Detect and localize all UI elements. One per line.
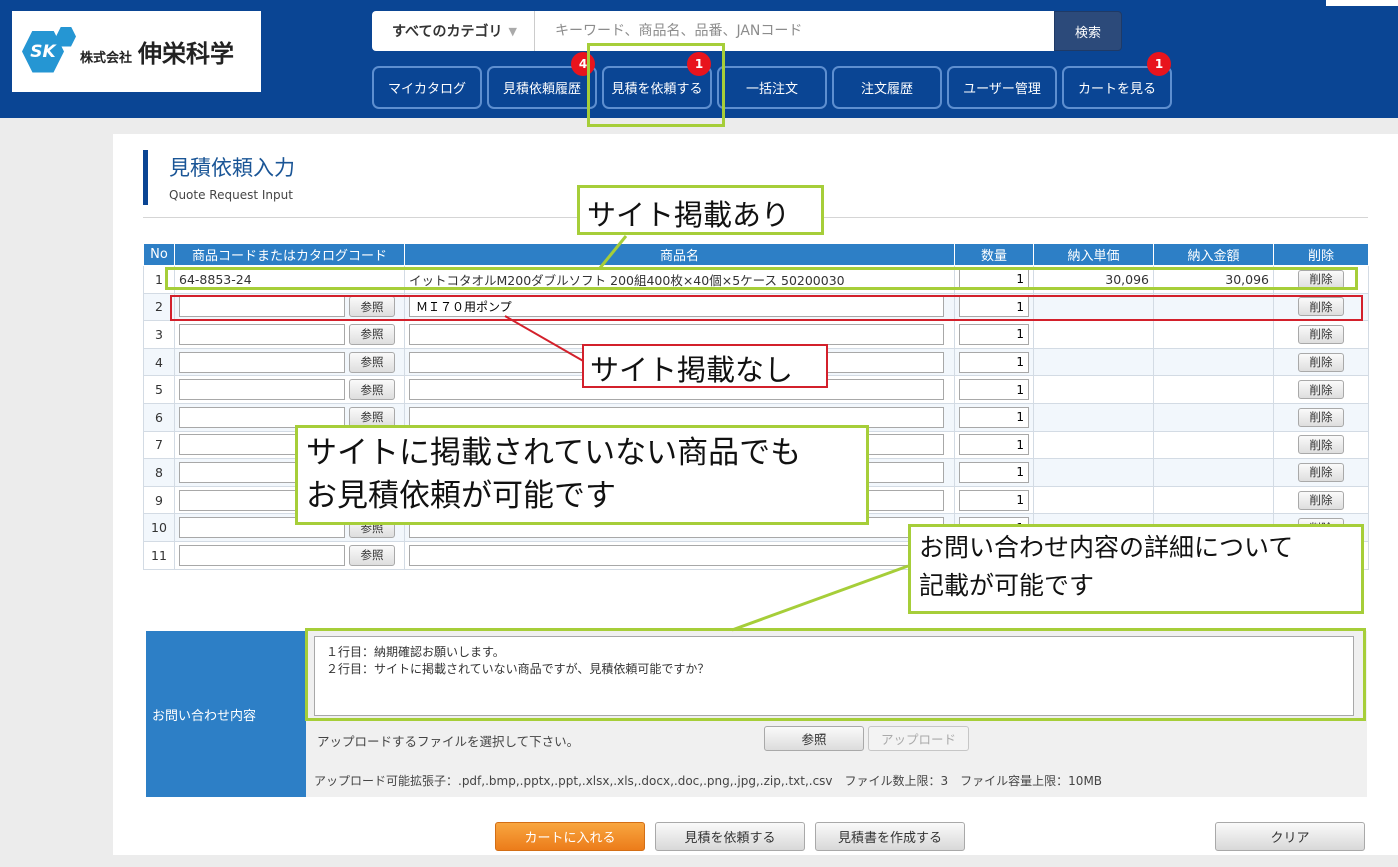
callout-possible: サイトに掲載されていない商品でも お見積依頼が可能です — [295, 425, 869, 525]
row-unit-price — [1033, 347, 1154, 377]
row-amount — [1153, 320, 1274, 349]
logo-small-text: 株式会社 — [80, 51, 133, 66]
delete-row-button[interactable]: 削除 — [1298, 435, 1344, 455]
clear-button[interactable]: クリア — [1215, 822, 1365, 851]
code-input[interactable] — [179, 323, 345, 345]
row-unit-price — [1033, 485, 1154, 515]
row-no: 11 — [143, 540, 175, 570]
col-unit-price: 納入単価 — [1033, 243, 1154, 266]
inquiry-label: お問い合わせ内容 — [146, 631, 306, 797]
qty-input[interactable] — [959, 351, 1029, 373]
row-no: 5 — [143, 375, 175, 404]
qty-input[interactable] — [959, 323, 1029, 345]
row-no: 6 — [143, 402, 175, 432]
col-no: No — [143, 243, 175, 266]
delete-row-button[interactable]: 削除 — [1298, 490, 1344, 510]
col-name: 商品名 — [404, 243, 955, 266]
row-no: 7 — [143, 430, 175, 460]
row-unit-price — [1033, 430, 1154, 460]
callout-unlisted: サイト掲載なし — [582, 344, 828, 388]
name-input[interactable] — [409, 544, 944, 566]
row-amount — [1153, 458, 1274, 487]
delete-row-button[interactable]: 削除 — [1298, 324, 1344, 344]
nav-order-history[interactable]: 注文履歴 — [832, 66, 942, 109]
highlight-row-2 — [170, 295, 1363, 321]
callout-detail: お問い合わせ内容の詳細について 記載が可能です — [908, 524, 1364, 614]
row-unit-price — [1033, 375, 1154, 404]
callout-listed: サイト掲載あり — [577, 185, 824, 235]
row-amount — [1153, 485, 1274, 515]
category-label: すべてのカテゴリ — [392, 24, 503, 40]
name-input[interactable] — [409, 323, 944, 345]
logo-mark-icon: SK — [22, 25, 76, 79]
row-unit-price — [1033, 458, 1154, 487]
upload-browse-button[interactable]: 参照 — [764, 726, 864, 751]
delete-row-button[interactable]: 削除 — [1298, 352, 1344, 372]
code-ref-button[interactable]: 参照 — [349, 323, 395, 345]
page-title: 見積依頼入力 — [169, 156, 295, 180]
nav-user-management[interactable]: ユーザー管理 — [947, 66, 1057, 109]
delete-row-button[interactable]: 削除 — [1298, 380, 1344, 400]
row-no: 9 — [143, 485, 175, 515]
row-unit-price — [1033, 402, 1154, 432]
table-header-row: No 商品コードまたはカタログコード 商品名 数量 納入単価 納入金額 削除 — [143, 243, 1369, 266]
nav-my-catalog[interactable]: マイカタログ — [372, 66, 482, 109]
upload-message: アップロードするファイルを選択して下さい。 — [317, 734, 580, 749]
company-logo[interactable]: SK 株式会社 伸栄科学 — [12, 11, 261, 92]
code-input[interactable] — [179, 351, 345, 373]
col-qty: 数量 — [954, 243, 1034, 266]
row-no: 8 — [143, 458, 175, 487]
upload-button[interactable]: アップロード — [868, 726, 969, 751]
qty-input[interactable] — [959, 379, 1029, 401]
row-amount — [1153, 375, 1274, 404]
row-no: 10 — [143, 513, 175, 542]
highlight-request-nav — [587, 43, 725, 127]
page-subtitle: Quote Request Input — [169, 188, 293, 202]
row-amount — [1153, 430, 1274, 460]
col-amount: 納入金額 — [1153, 243, 1274, 266]
delete-row-button[interactable]: 削除 — [1298, 407, 1344, 427]
upload-note: アップロード可能拡張子：.pdf,.bmp,.pptx,.ppt,.xlsx,.… — [314, 774, 1103, 788]
category-select[interactable]: すべてのカテゴリ ▼ — [372, 11, 535, 51]
code-ref-button[interactable]: 参照 — [349, 379, 395, 401]
col-delete: 削除 — [1273, 243, 1369, 266]
qty-input[interactable] — [959, 489, 1029, 511]
code-ref-button[interactable]: 参照 — [349, 544, 395, 566]
logo-wordmark: 株式会社 伸栄科学 — [80, 34, 234, 69]
code-ref-button[interactable]: 参照 — [349, 351, 395, 373]
add-to-cart-button[interactable]: カートに入れる — [495, 822, 645, 851]
row-amount — [1153, 402, 1274, 432]
qty-input[interactable] — [959, 406, 1029, 428]
code-input[interactable] — [179, 544, 345, 566]
col-code: 商品コードまたはカタログコード — [174, 243, 405, 266]
search-button[interactable]: 検索 — [1054, 11, 1122, 51]
highlight-row-1 — [165, 267, 1358, 290]
nav-bulk-order[interactable]: 一括注文 — [717, 66, 827, 109]
code-input[interactable] — [179, 379, 345, 401]
qty-input[interactable] — [959, 461, 1029, 483]
chevron-down-icon: ▼ — [508, 24, 517, 38]
highlight-inquiry — [305, 628, 1366, 721]
delete-row-button[interactable]: 削除 — [1298, 462, 1344, 482]
request-quote-button[interactable]: 見積を依頼する — [655, 822, 805, 851]
header-corner — [1326, 0, 1398, 6]
row-no: 3 — [143, 320, 175, 349]
cart-badge: 1 — [1147, 52, 1171, 76]
title-accent-bar — [143, 150, 148, 205]
row-unit-price — [1033, 320, 1154, 349]
qty-input[interactable] — [959, 434, 1029, 456]
row-amount — [1153, 347, 1274, 377]
row-no: 4 — [143, 347, 175, 377]
create-quote-button[interactable]: 見積書を作成する — [815, 822, 965, 851]
logo-big-text: 伸栄科学 — [138, 40, 235, 68]
